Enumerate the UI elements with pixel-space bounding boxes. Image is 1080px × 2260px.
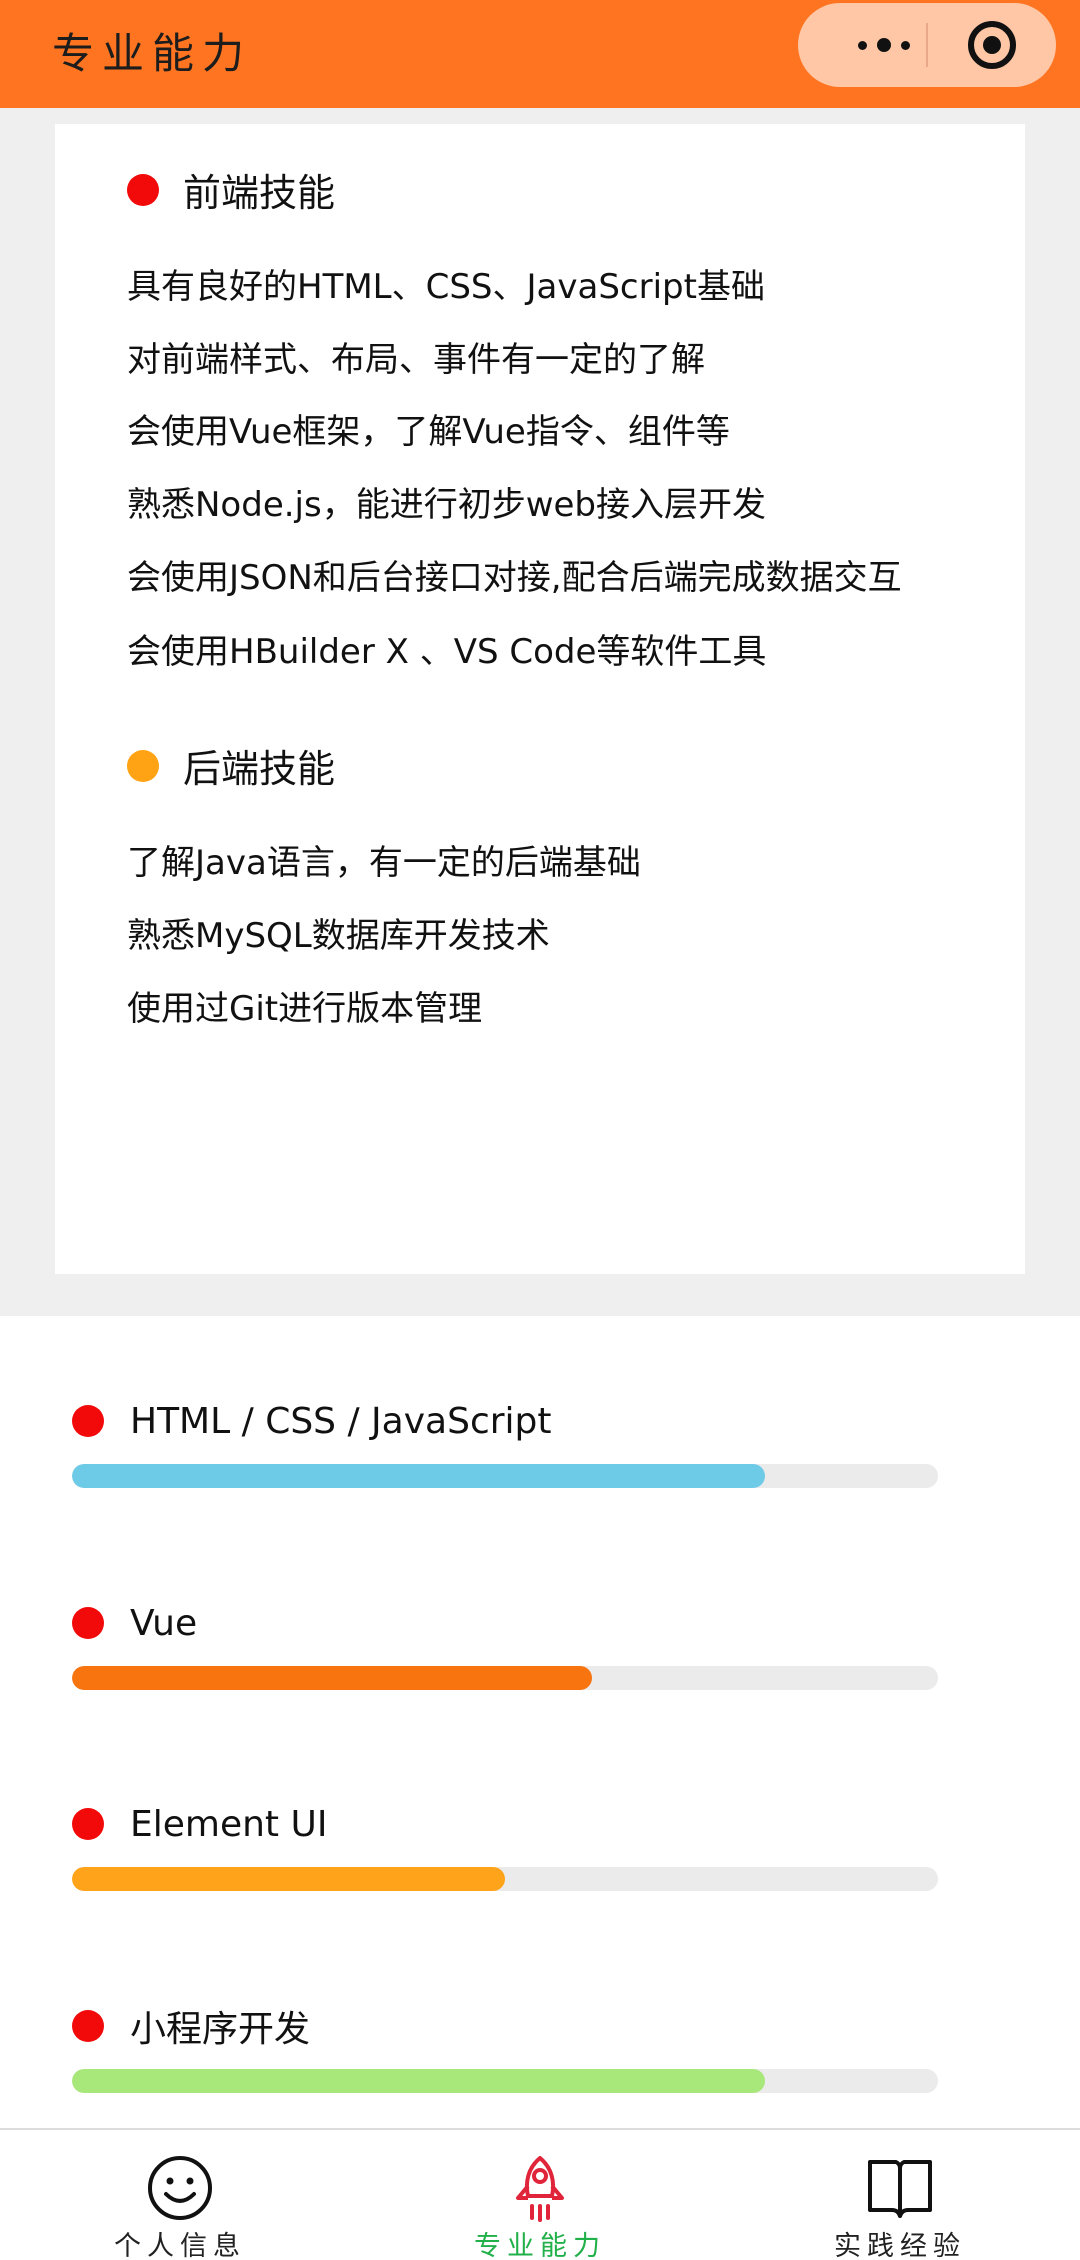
backend-skill-item: 熟悉MySQL数据库开发技术 — [127, 916, 550, 956]
proficiency-bullet-dot — [72, 1808, 104, 1840]
backend-section-title: 后端技能 — [183, 747, 336, 791]
progress-fill — [72, 1867, 505, 1891]
progress-track — [72, 1867, 938, 1891]
capsule-menu — [798, 3, 1056, 87]
proficiency-bullet-dot — [72, 1405, 104, 1437]
frontend-skill-item: 会使用JSON和后台接口对接,配合后端完成数据交互 — [127, 558, 902, 598]
nav-bar: 专业能力 — [0, 0, 1080, 108]
frontend-skill-item: 对前端样式、布局、事件有一定的了解 — [127, 340, 705, 380]
frontend-skill-item: 会使用HBuilder X 、VS Code等软件工具 — [127, 632, 767, 672]
progress-fill — [72, 1464, 765, 1488]
progress-fill — [72, 1666, 592, 1690]
backend-bullet-dot — [127, 749, 159, 782]
progress-fill — [72, 2069, 765, 2093]
tab-personal-info[interactable]: 个人信息 — [50, 2130, 310, 2260]
progress-track — [72, 1666, 938, 1690]
capsule-divider — [926, 23, 928, 67]
frontend-bullet-dot — [127, 173, 159, 206]
backend-section-header: 后端技能 — [127, 738, 335, 793]
proficiency-item-html-css-js: HTML / CSS / JavaScript — [72, 1396, 938, 1488]
proficiency-label: Element UI — [130, 1803, 328, 1845]
skills-card: 前端技能 具有良好的HTML、CSS、JavaScript基础 对前端样式、布局… — [55, 124, 1025, 1274]
tab-label: 专业能力 — [474, 2231, 606, 2260]
tab-label: 实践经验 — [834, 2231, 966, 2260]
tab-label: 个人信息 — [114, 2231, 246, 2260]
proficiency-label: Vue — [130, 1602, 198, 1644]
proficiency-label: 小程序开发 — [130, 2009, 311, 2050]
proficiency-bullet-dot — [72, 2010, 104, 2042]
proficiency-item-vue: Vue — [72, 1598, 938, 1690]
frontend-skill-item: 会使用Vue框架，了解Vue指令、组件等 — [127, 412, 730, 452]
tab-professional-skills[interactable]: 专业能力 — [410, 2130, 670, 2260]
smiley-face-icon — [148, 2156, 212, 2220]
frontend-skill-item: 熟悉Node.js，能进行初步web接入层开发 — [127, 485, 767, 525]
proficiency-item-element-ui: Element UI — [72, 1799, 938, 1891]
miniprogram-close-icon[interactable] — [968, 21, 1016, 69]
tab-practical-experience[interactable]: 实践经验 — [770, 2130, 1030, 2260]
page-title: 专业能力 — [52, 29, 253, 78]
frontend-skill-item: 具有良好的HTML、CSS、JavaScript基础 — [127, 267, 765, 307]
frontend-section-header: 前端技能 — [127, 162, 335, 217]
proficiency-item-miniprogram: 小程序开发 — [72, 2001, 938, 2093]
progress-track — [72, 1464, 938, 1488]
tab-bar: 个人信息 专业能力 实践经验 — [0, 2128, 1080, 2260]
proficiency-bullet-dot — [72, 1607, 104, 1639]
open-book-icon — [868, 2160, 932, 2218]
rocket-icon — [516, 2156, 564, 2222]
frontend-section-title: 前端技能 — [183, 171, 336, 215]
backend-skill-item: 使用过Git进行版本管理 — [127, 989, 483, 1029]
more-dots-icon[interactable] — [834, 3, 934, 87]
backend-skill-item: 了解Java语言，有一定的后端基础 — [127, 843, 641, 883]
progress-track — [72, 2069, 938, 2093]
proficiency-label: HTML / CSS / JavaScript — [130, 1400, 552, 1442]
